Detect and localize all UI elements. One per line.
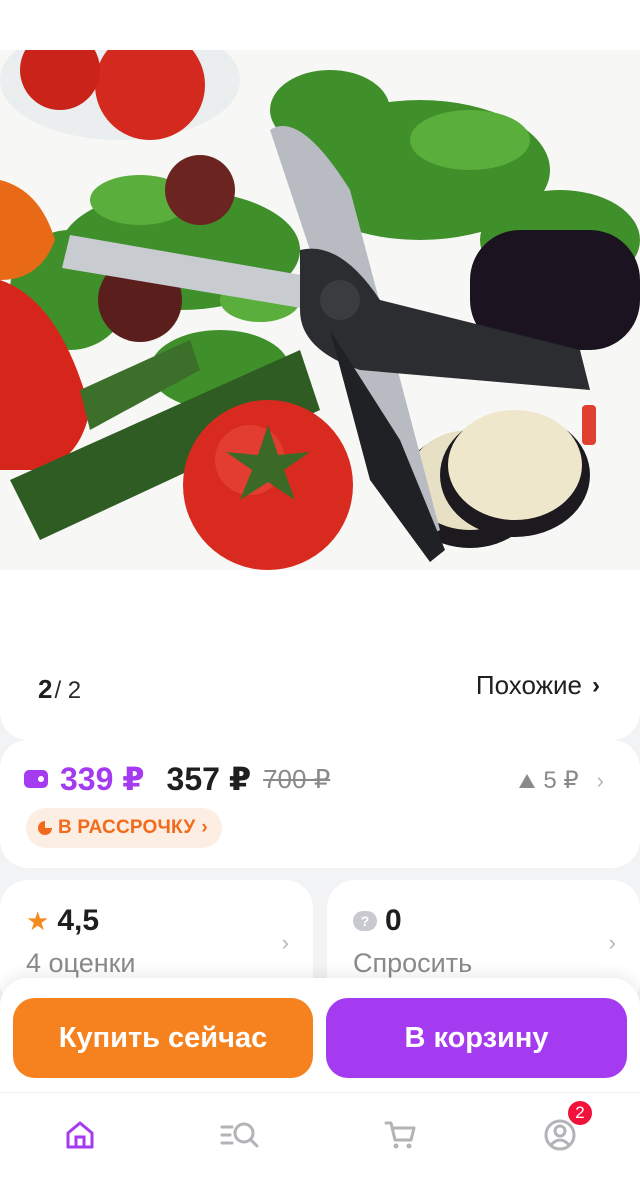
tab-catalog[interactable] [220, 1115, 260, 1155]
triangle-up-icon [519, 773, 536, 788]
price-card: 339 ₽ 357 ₽ 700 ₽ 5 ₽ › В РАССРОЧКУ › [0, 740, 640, 868]
rating-value: 4,5 [57, 904, 100, 937]
product-photo [0, 50, 640, 570]
purchase-action-bar: Купить сейчас В корзину [0, 978, 640, 1098]
regular-price: 357 ₽ [166, 761, 252, 797]
price-history-link[interactable]: 5 ₽ › [519, 766, 604, 795]
installment-button[interactable]: В РАССРОЧКУ › [26, 808, 222, 848]
tab-cart[interactable] [380, 1115, 420, 1155]
gallery-total-pages: / 2 [54, 677, 82, 704]
gallery-counter: 2/ 2 [38, 674, 81, 705]
price-row: 339 ₽ 357 ₽ 700 ₽ [24, 760, 330, 798]
chevron-right-icon: › [592, 671, 600, 699]
wallet-icon [24, 770, 48, 788]
status-bar-area [0, 0, 640, 50]
chevron-right-icon: › [281, 930, 289, 955]
rating-value-row: ★ 4,5 [26, 904, 99, 938]
buy-now-button[interactable]: Купить сейчас [13, 998, 313, 1078]
question-icon: ? [353, 911, 377, 931]
gallery-current-page: 2 [38, 674, 53, 704]
chevron-right-icon: › [608, 930, 616, 955]
rating-count: 4 оценки [26, 948, 136, 978]
product-gallery[interactable]: 2/ 2 Похожие › [0, 50, 640, 740]
bottom-tab-bar: 2 [0, 1092, 640, 1178]
tab-profile[interactable]: 2 [540, 1099, 594, 1155]
similar-products-link[interactable]: Похожие › [476, 670, 600, 701]
old-price: 700 ₽ [263, 763, 331, 794]
profile-notification-badge: 2 [566, 1099, 594, 1127]
questions-count: 0 [385, 904, 402, 937]
add-to-cart-button[interactable]: В корзину [326, 998, 627, 1078]
price-change: 5 ₽ [543, 767, 579, 794]
cart-icon [384, 1121, 416, 1149]
pie-chart-icon [38, 821, 52, 835]
ask-question-label: Спросить [353, 948, 473, 978]
installment-label: В РАССРОЧКУ [58, 817, 196, 838]
home-icon [66, 1121, 94, 1149]
chevron-right-icon: › [596, 767, 604, 793]
star-icon: ★ [26, 906, 50, 936]
chevron-right-icon: › [201, 817, 208, 838]
tab-home[interactable] [60, 1115, 100, 1155]
card-price: 339 ₽ [60, 761, 145, 797]
similar-label: Похожие [475, 670, 582, 700]
catalog-search-icon [220, 1122, 259, 1148]
questions-count-row: ? 0 [353, 904, 402, 938]
